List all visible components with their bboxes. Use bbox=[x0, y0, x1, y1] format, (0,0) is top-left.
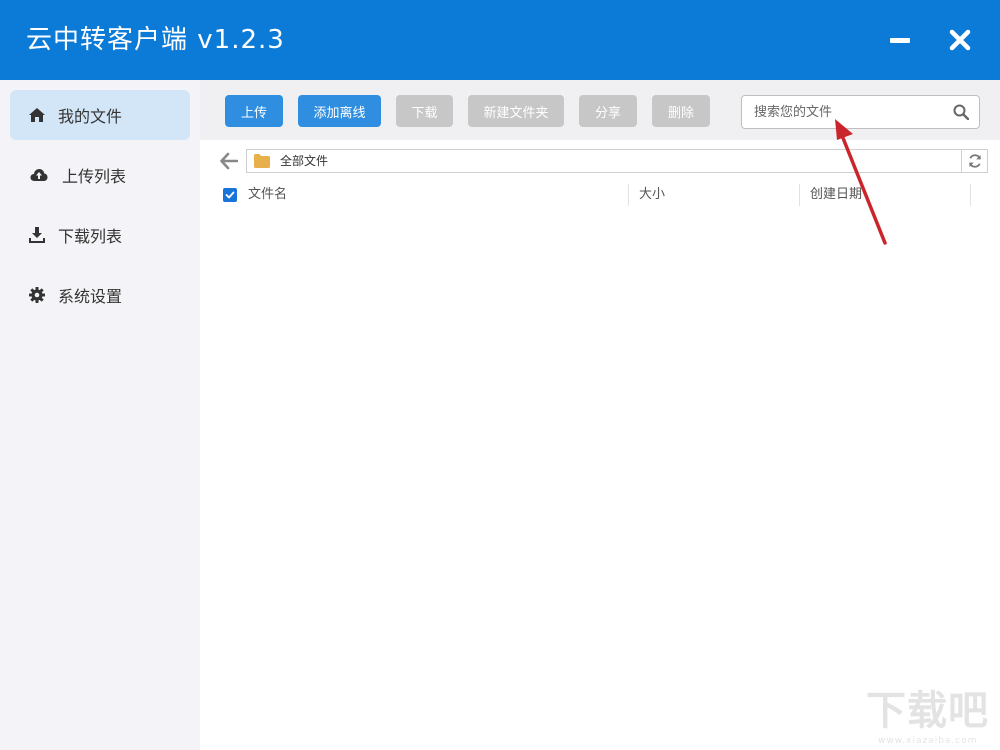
search-input[interactable] bbox=[754, 97, 954, 127]
sidebar-item-label: 系统设置 bbox=[58, 287, 123, 306]
breadcrumb-current[interactable]: 全部文件 bbox=[280, 153, 328, 169]
toolbar: 上传 添加离线 下载 新建文件夹 分享 删除 bbox=[200, 80, 1000, 140]
refresh-icon bbox=[968, 154, 981, 168]
add-offline-button[interactable]: 添加离线 bbox=[298, 95, 381, 127]
title-bar: 云中转客户端 v1.2.3 bbox=[0, 0, 1000, 80]
app-title: 云中转客户端 v1.2.3 bbox=[26, 25, 285, 55]
folder-icon bbox=[254, 154, 270, 168]
home-icon bbox=[28, 106, 46, 124]
search-icon[interactable] bbox=[953, 104, 969, 120]
main-panel: 上传 添加离线 下载 新建文件夹 分享 删除 全部文件 bbox=[200, 80, 1000, 750]
column-divider[interactable] bbox=[799, 184, 800, 206]
search-box bbox=[741, 95, 980, 129]
sidebar-item-label: 上传列表 bbox=[62, 167, 127, 186]
select-all-checkbox[interactable] bbox=[223, 188, 237, 202]
file-table-header: 文件名 大小 创建日期 bbox=[200, 184, 1000, 206]
watermark-url: www.xiazaiba.com bbox=[878, 736, 978, 746]
checkmark-icon bbox=[225, 191, 235, 199]
column-header-size[interactable]: 大小 bbox=[639, 186, 665, 204]
download-icon bbox=[28, 226, 46, 244]
minimize-button[interactable] bbox=[884, 24, 916, 56]
path-bar: 全部文件 bbox=[200, 148, 1000, 174]
upload-button[interactable]: 上传 bbox=[225, 95, 283, 127]
back-arrow-icon[interactable] bbox=[220, 152, 238, 170]
minimize-icon bbox=[890, 38, 910, 43]
sidebar-item-upload-list[interactable]: 上传列表 bbox=[10, 150, 190, 200]
sidebar: 我的文件 上传列表 下载列表 系统设置 bbox=[0, 80, 200, 750]
sidebar-item-download-list[interactable]: 下载列表 bbox=[10, 210, 190, 260]
app-window: 云中转客户端 v1.2.3 我的文件 上传列表 下载列表 系统设置 上传 添加离… bbox=[0, 0, 1000, 750]
column-divider[interactable] bbox=[628, 184, 629, 206]
share-button[interactable]: 分享 bbox=[579, 95, 637, 127]
column-header-date[interactable]: 创建日期 bbox=[810, 186, 862, 204]
close-icon bbox=[949, 29, 971, 51]
sidebar-item-settings[interactable]: 系统设置 bbox=[10, 270, 190, 320]
sidebar-item-label: 我的文件 bbox=[58, 107, 123, 126]
watermark-logo: 下载吧 bbox=[866, 688, 989, 734]
column-divider[interactable] bbox=[970, 184, 971, 206]
column-header-name[interactable]: 文件名 bbox=[248, 186, 287, 204]
close-button[interactable] bbox=[944, 24, 976, 56]
gear-icon bbox=[28, 286, 46, 304]
breadcrumb: 全部文件 bbox=[246, 149, 988, 173]
sidebar-item-my-files[interactable]: 我的文件 bbox=[10, 90, 190, 140]
watermark: 下载吧 www.xiazaiba.com bbox=[858, 686, 1000, 750]
new-folder-button[interactable]: 新建文件夹 bbox=[468, 95, 564, 127]
cloud-upload-icon bbox=[30, 166, 48, 184]
sidebar-item-label: 下载列表 bbox=[58, 227, 123, 246]
delete-button[interactable]: 删除 bbox=[652, 95, 710, 127]
download-button[interactable]: 下载 bbox=[396, 95, 453, 127]
refresh-button[interactable] bbox=[961, 150, 987, 172]
